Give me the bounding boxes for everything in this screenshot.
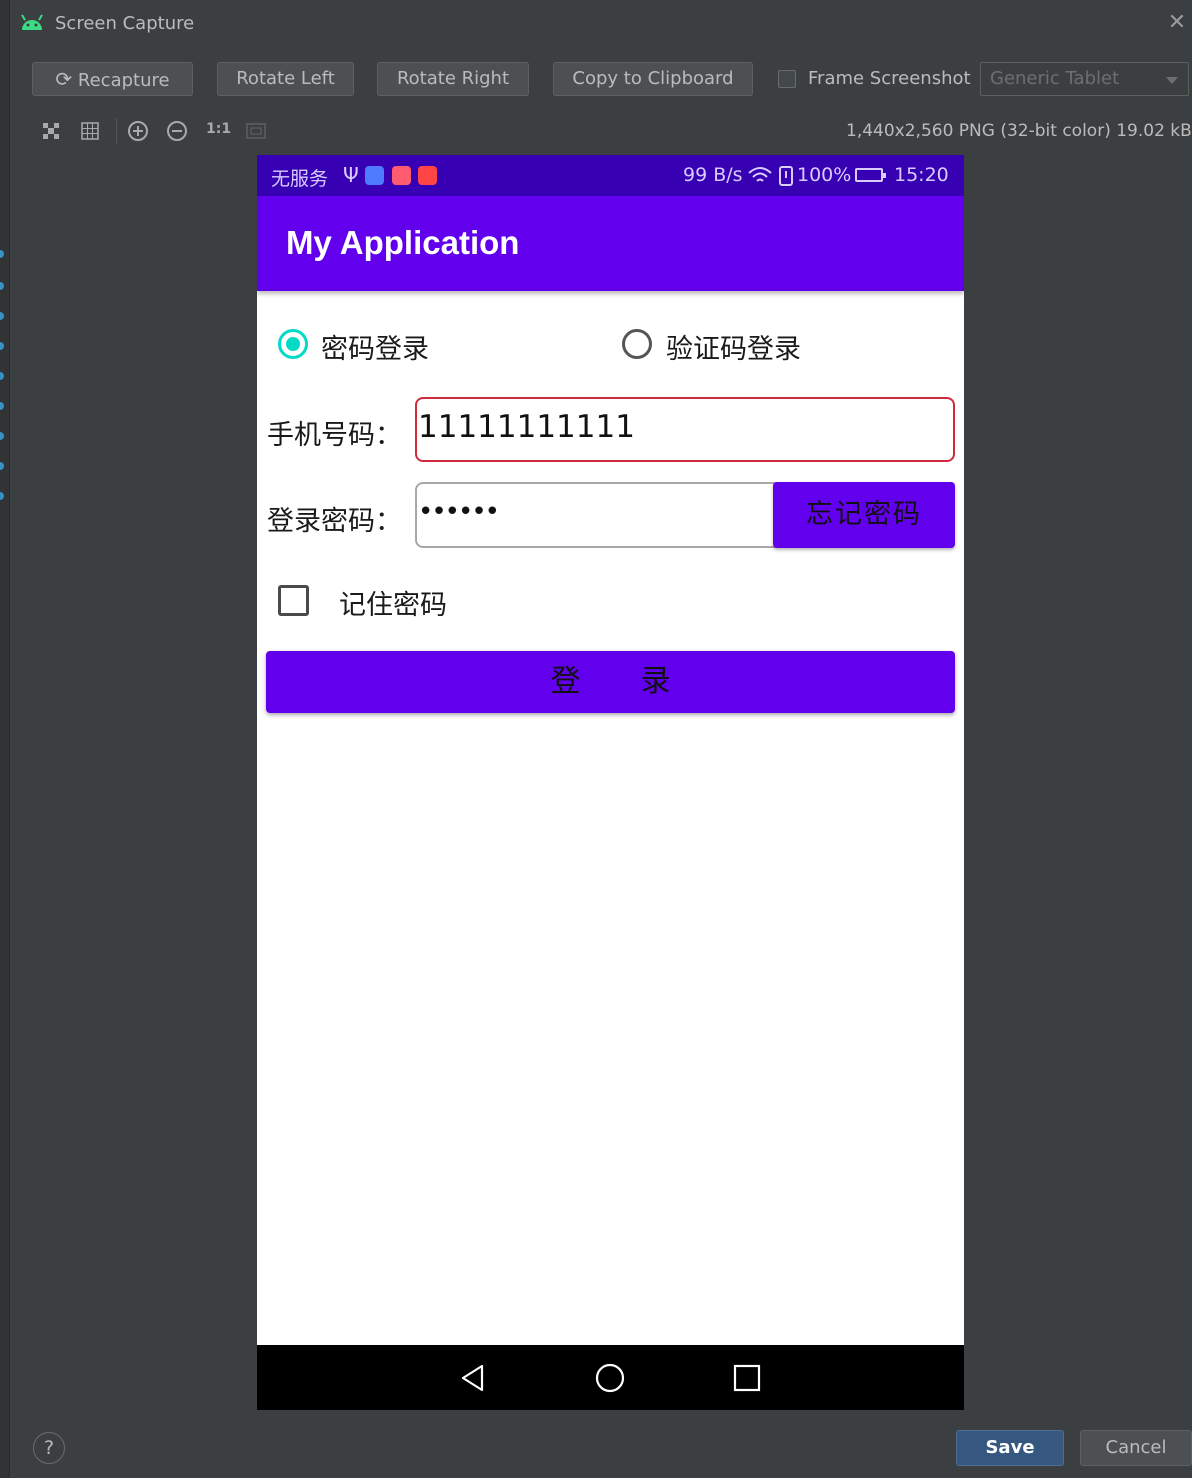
device-screenshot: 无服务 Ψ 99 B/s 100% 15:20 My Application 密… xyxy=(257,155,964,1410)
password-value: •••••• xyxy=(418,497,500,527)
close-icon[interactable]: ✕ xyxy=(1166,12,1188,34)
app-notification-icon xyxy=(392,166,411,185)
radio-code-login[interactable] xyxy=(622,329,652,359)
breakpoint-marker xyxy=(0,342,4,350)
window-title: Screen Capture xyxy=(55,13,195,34)
android-icon xyxy=(21,14,43,30)
breakpoint-marker xyxy=(0,250,4,258)
battery-percent: 100% xyxy=(797,164,852,186)
remember-password-checkbox[interactable] xyxy=(278,585,309,616)
recapture-button[interactable]: ⟳ Recapture xyxy=(32,62,193,96)
phone-number-value: 11111111111 xyxy=(418,409,635,445)
device-frame-value: Generic Tablet xyxy=(990,68,1120,89)
radio-password-login-label: 密码登录 xyxy=(321,334,429,365)
toolbar-divider xyxy=(116,118,117,144)
network-speed: 99 B/s xyxy=(683,164,743,186)
login-button[interactable]: 登 录 xyxy=(266,651,955,713)
remember-password-label: 记住密码 xyxy=(339,590,447,621)
chevron-down-icon xyxy=(1166,77,1178,84)
breakpoint-marker xyxy=(0,312,4,320)
app-title: My Application xyxy=(286,224,520,261)
breakpoint-marker xyxy=(0,282,4,290)
recents-icon[interactable] xyxy=(733,1364,761,1392)
phone-number-label: 手机号码： xyxy=(267,420,402,451)
forgot-password-button[interactable]: 忘记密码 xyxy=(773,482,955,548)
phone-battery-icon xyxy=(779,166,793,186)
app-notification-icon xyxy=(418,166,437,185)
grid-icon[interactable] xyxy=(79,120,101,142)
actual-size-icon[interactable]: 1:1 xyxy=(206,121,231,137)
app-notification-icon xyxy=(365,166,384,185)
navigation-bar xyxy=(257,1345,964,1410)
password-label: 登录密码： xyxy=(267,506,402,537)
zoom-in-icon[interactable] xyxy=(127,120,149,142)
copy-to-clipboard-button[interactable]: Copy to Clipboard xyxy=(553,62,753,96)
wifi-icon xyxy=(748,167,772,182)
zoom-out-icon[interactable] xyxy=(166,120,188,142)
home-icon[interactable] xyxy=(595,1363,625,1393)
status-bar: 无服务 Ψ 99 B/s 100% 15:20 xyxy=(257,155,964,196)
usb-icon: Ψ xyxy=(343,163,359,187)
carrier-text: 无服务 xyxy=(271,168,329,190)
frame-screenshot-checkbox[interactable] xyxy=(778,70,796,88)
breakpoint-marker xyxy=(0,462,4,470)
battery-icon xyxy=(855,168,886,182)
app-bar: My Application xyxy=(257,196,964,291)
rotate-left-button[interactable]: Rotate Left xyxy=(217,62,354,96)
cancel-button[interactable]: Cancel xyxy=(1080,1430,1192,1466)
rotate-right-button[interactable]: Rotate Right xyxy=(377,62,529,96)
recapture-label: Recapture xyxy=(77,70,170,91)
frame-screenshot-label: Frame Screenshot xyxy=(808,68,971,89)
breakpoint-marker xyxy=(0,372,4,380)
clock: 15:20 xyxy=(894,164,949,186)
fit-icon[interactable] xyxy=(40,120,62,142)
back-icon[interactable] xyxy=(458,1363,488,1393)
left-edge-panel xyxy=(0,0,10,1478)
save-button[interactable]: Save xyxy=(956,1430,1064,1466)
radio-password-login[interactable] xyxy=(278,329,308,359)
breakpoint-marker xyxy=(0,492,4,500)
radio-code-login-label: 验证码登录 xyxy=(666,334,801,365)
image-info: 1,440x2,560 PNG (32-bit color) 19.02 kB xyxy=(846,121,1192,141)
radio-selected-dot xyxy=(286,337,300,351)
refresh-icon: ⟳ xyxy=(55,67,73,91)
help-button[interactable]: ? xyxy=(33,1432,65,1464)
fit-window-icon[interactable] xyxy=(245,120,267,142)
breakpoint-marker xyxy=(0,432,4,440)
breakpoint-marker xyxy=(0,402,4,410)
